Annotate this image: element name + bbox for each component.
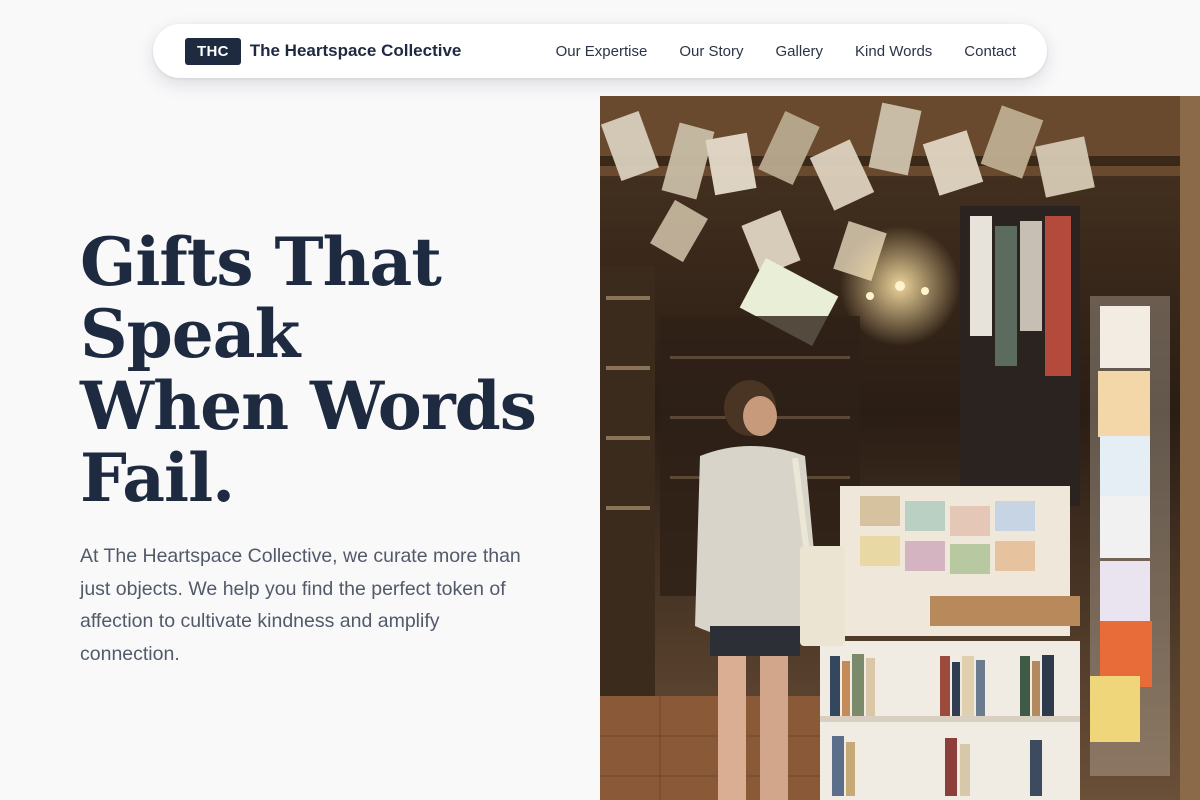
brand-name[interactable]: The Heartspace Collective: [250, 41, 462, 61]
nav-link-gallery[interactable]: Gallery: [776, 43, 824, 60]
logo-badge[interactable]: THC: [185, 37, 241, 65]
hero-title-line: Gifts That: [80, 223, 442, 301]
bookshop-photo: [600, 96, 1200, 800]
nav-link-kind-words[interactable]: Kind Words: [855, 43, 932, 60]
nav-links: Our Expertise Our Story Gallery Kind Wor…: [556, 43, 1016, 60]
navbar: THC The Heartspace Collective Our Expert…: [153, 24, 1047, 78]
hero-title-line: Fail.: [80, 439, 235, 517]
hero-title-line: When Words: [80, 367, 537, 445]
hero-description: At The Heartspace Collective, we curate …: [80, 545, 521, 665]
hero-title: Gifts That Speak When Words Fail.: [80, 226, 550, 514]
nav-link-our-story[interactable]: Our Story: [679, 43, 743, 60]
nav-link-our-expertise[interactable]: Our Expertise: [556, 43, 648, 60]
hero-image: [600, 96, 1200, 800]
hero-title-line: Speak: [80, 295, 300, 373]
nav-link-contact[interactable]: Contact: [964, 43, 1016, 60]
